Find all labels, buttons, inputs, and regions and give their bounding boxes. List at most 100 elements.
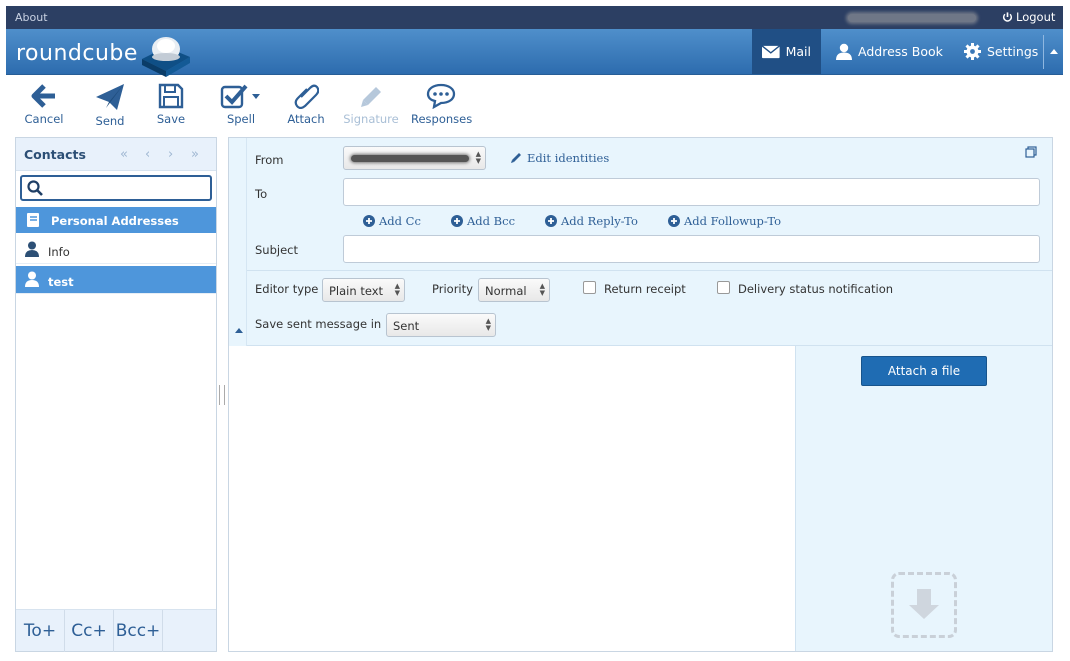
cancel-button[interactable]: Cancel [14, 83, 74, 126]
logout-button[interactable]: Logout [1002, 10, 1055, 24]
logo-icon [138, 33, 194, 80]
back-arrow-icon [31, 84, 55, 108]
tab-mail-label: Mail [785, 44, 811, 59]
responses-button[interactable]: Responses [411, 83, 473, 126]
priority-label: Priority [432, 282, 473, 296]
tab-settings[interactable]: Settings [954, 29, 1048, 74]
plus-circle-icon [668, 215, 680, 227]
contacts-title: Contacts [24, 147, 86, 162]
previous-page-icon[interactable]: ‹ [145, 147, 150, 162]
tab-address-book[interactable]: Address Book [826, 29, 953, 74]
select-arrows-icon: ▲ ▼ [539, 282, 545, 297]
person-icon [25, 241, 39, 257]
contact-item-selected[interactable]: test [16, 266, 216, 294]
add-to-button[interactable]: To+ [16, 610, 65, 652]
to-label: To [255, 187, 268, 201]
contact-name: Info [48, 245, 70, 259]
contacts-search-input[interactable] [20, 175, 212, 201]
select-arrows-icon: ▲ ▼ [394, 282, 400, 297]
compose-area: From ▲ ▼ Edit identities To Add Cc Add Bc… [228, 137, 1053, 652]
pencil-icon [361, 87, 381, 107]
subject-label: Subject [255, 243, 298, 257]
contacts-footer: To+ Cc+ Bcc+ [16, 609, 216, 652]
address-book-icon [27, 213, 39, 227]
dsn-label: Delivery status notification [738, 282, 894, 296]
from-label: From [255, 153, 284, 167]
contacts-panel: Contacts « ‹ › » Personal Addresses Info… [15, 137, 217, 652]
dsn-checkbox[interactable] [717, 281, 730, 294]
return-receipt-checkbox[interactable] [583, 281, 596, 294]
save-sent-value: Sent [393, 319, 420, 333]
app-header: roundcube Mail Address Book Settings [6, 29, 1063, 77]
next-page-icon[interactable]: › [168, 147, 173, 162]
logo-text: roundcube [16, 41, 138, 66]
save-label: Save [156, 112, 186, 126]
edit-identities-link[interactable]: Edit identities [510, 151, 609, 165]
header-collapse-button[interactable] [1043, 35, 1063, 69]
message-body-editor[interactable] [229, 346, 795, 651]
attach-file-button[interactable]: Attach a file [861, 356, 987, 386]
plus-circle-icon [363, 215, 375, 227]
spell-button[interactable]: Spell [211, 83, 271, 126]
spellcheck-icon [220, 84, 260, 109]
from-select[interactable]: ▲ ▼ [343, 146, 486, 170]
paper-plane-icon [96, 84, 124, 110]
tab-address-label: Address Book [858, 44, 943, 59]
person-icon [836, 43, 852, 60]
group-personal-addresses[interactable]: Personal Addresses [16, 207, 216, 233]
add-bcc-label: Add Bcc [467, 214, 516, 228]
floppy-disk-icon [158, 83, 184, 109]
send-button[interactable]: Send [80, 83, 140, 128]
pencil-icon [511, 153, 521, 163]
editor-type-select[interactable]: Plain text ▲ ▼ [322, 278, 405, 302]
last-page-icon[interactable]: » [191, 147, 199, 162]
attach-button[interactable]: Attach [276, 83, 336, 126]
add-cc-button[interactable]: Cc+ [65, 610, 114, 652]
responses-label: Responses [411, 112, 473, 126]
add-bcc-link[interactable]: Add Bcc [451, 214, 515, 228]
plus-circle-icon [545, 215, 557, 227]
select-arrows-icon: ▲ ▼ [475, 150, 481, 165]
add-followup-to-link[interactable]: Add Followup-To [668, 214, 781, 228]
priority-value: Normal [485, 284, 527, 298]
search-icon [27, 180, 43, 196]
panel-splitter[interactable] [219, 385, 225, 405]
to-input[interactable] [343, 178, 1040, 206]
plus-circle-icon [451, 215, 463, 227]
group-label: Personal Addresses [51, 214, 179, 228]
tab-settings-label: Settings [987, 44, 1039, 59]
save-sent-select[interactable]: Sent ▲ ▼ [386, 313, 496, 337]
save-sent-label: Save sent message in [255, 317, 382, 331]
speech-bubble-icon [426, 83, 456, 109]
editor-type-value: Plain text [329, 284, 384, 298]
compose-headers: From ▲ ▼ Edit identities To Add Cc Add Bc… [229, 138, 1052, 346]
options-divider [247, 270, 1052, 271]
first-page-icon[interactable]: « [120, 147, 128, 162]
signature-label: Signature [343, 112, 399, 126]
from-value-redacted [351, 155, 469, 162]
compose-toolbar: Cancel Send Save Spell Attach Signature … [6, 80, 1063, 132]
add-reply-to-link[interactable]: Add Reply-To [545, 214, 638, 228]
signature-button[interactable]: Signature [341, 83, 401, 126]
restore-window-icon[interactable] [1025, 146, 1037, 158]
paperclip-icon [294, 84, 319, 109]
priority-select[interactable]: Normal ▲ ▼ [478, 278, 550, 302]
gear-icon [964, 43, 981, 60]
save-button[interactable]: Save [141, 83, 201, 126]
add-followup-to-label: Add Followup-To [684, 214, 782, 228]
username-redacted [848, 14, 976, 22]
send-label: Send [95, 114, 125, 128]
tab-mail[interactable]: Mail [752, 29, 821, 74]
contact-name: test [48, 275, 74, 289]
envelope-icon [762, 44, 780, 58]
add-reply-to-label: Add Reply-To [561, 214, 638, 228]
collapse-options-icon[interactable] [235, 328, 243, 333]
subject-input[interactable] [343, 235, 1040, 263]
add-bcc-button[interactable]: Bcc+ [114, 610, 163, 652]
drop-zone-icon[interactable] [891, 572, 957, 638]
about-link[interactable]: About [15, 11, 48, 24]
add-cc-link[interactable]: Add Cc [363, 214, 421, 228]
download-arrow-icon [909, 589, 939, 619]
contact-item[interactable]: Info [16, 236, 216, 264]
attachments-pane: Attach a file [795, 346, 1052, 651]
